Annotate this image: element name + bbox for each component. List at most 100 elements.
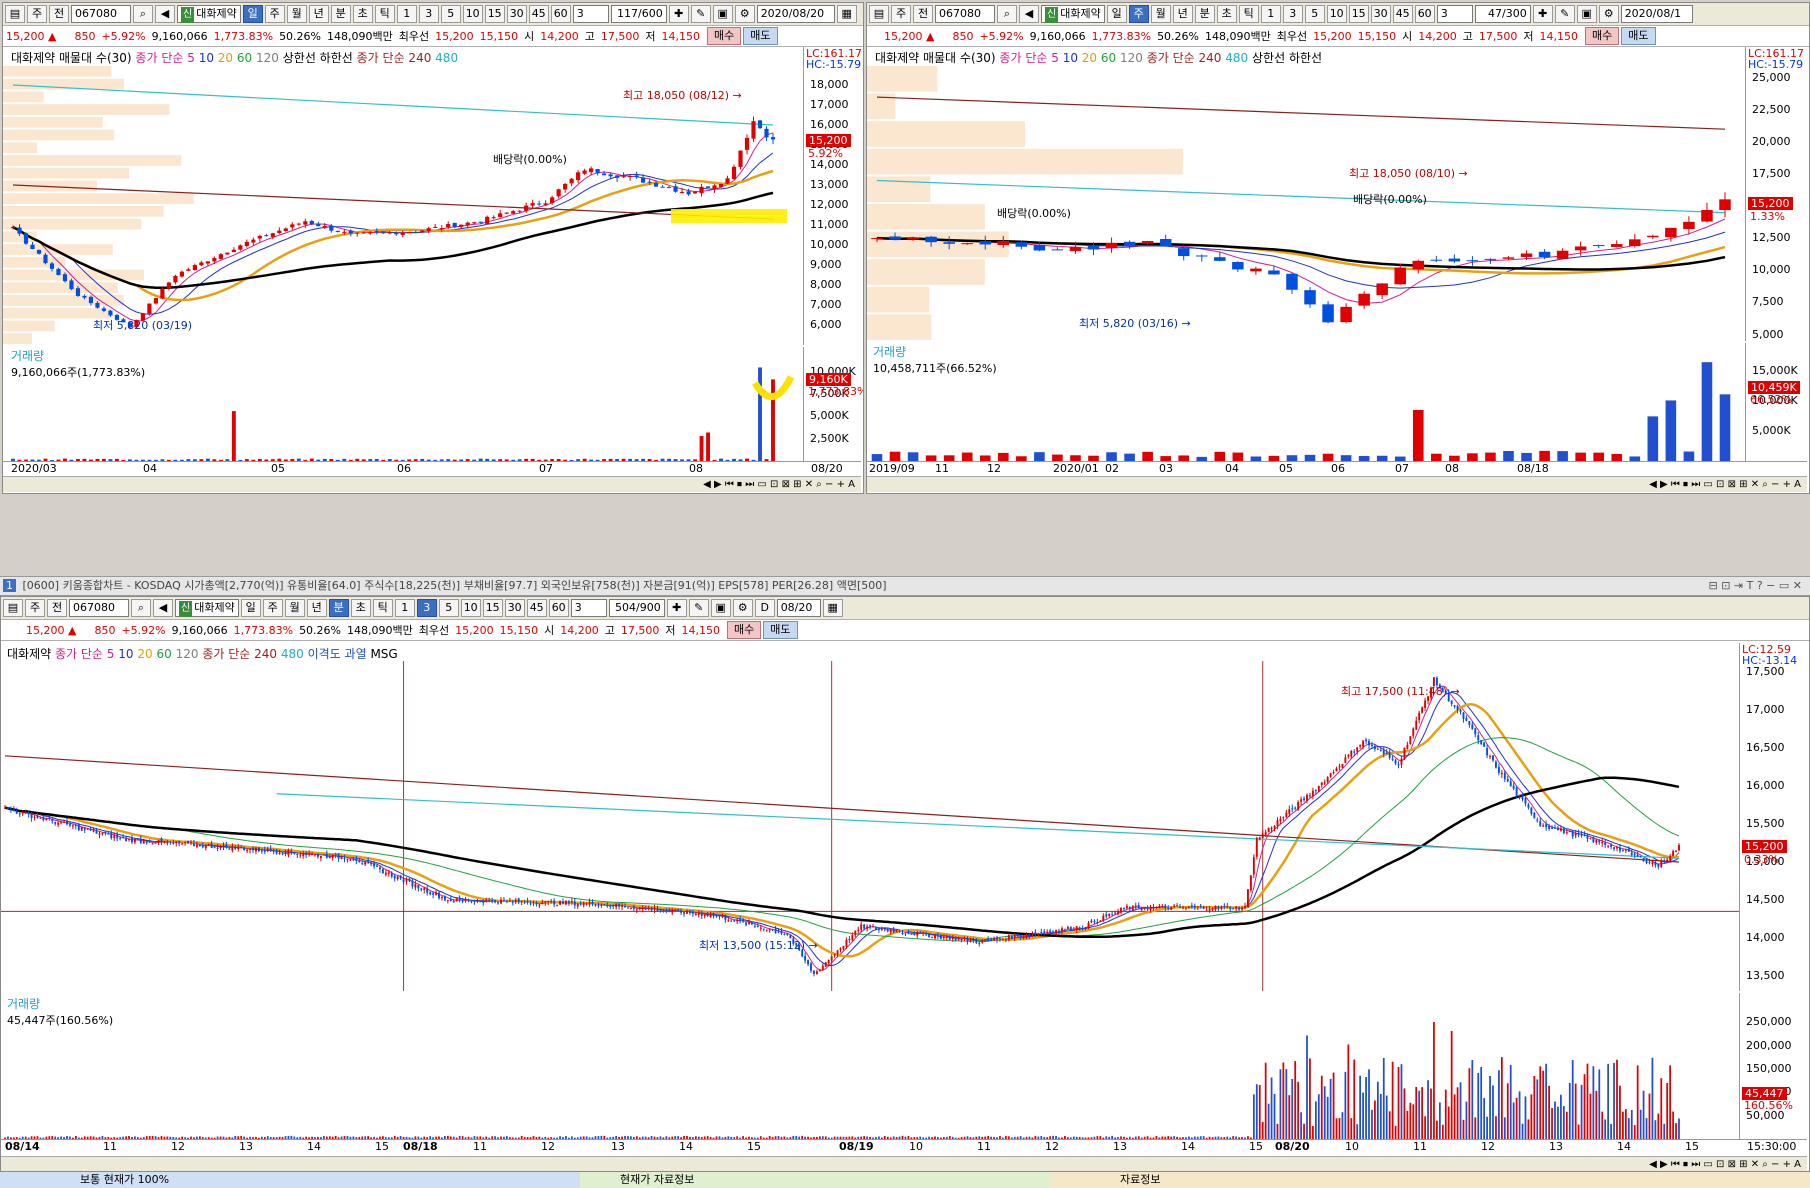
stock-code-input[interactable]: 067080	[69, 599, 129, 617]
minute-price-chart[interactable]: 최고 17,500 (11:48) → 최저 13,500 (15:12) →	[1, 661, 1739, 991]
kind-select[interactable]: 주	[891, 5, 911, 23]
sell-button[interactable]: 매도	[743, 27, 778, 45]
minute-volume-chart[interactable]	[1, 1013, 1739, 1139]
interval-10[interactable]: 10	[460, 599, 481, 617]
period-day[interactable]: 일	[1106, 5, 1127, 23]
count-select[interactable]: 3	[1436, 5, 1473, 23]
period-year[interactable]: 년	[306, 599, 327, 617]
interval-1[interactable]: 1	[396, 5, 417, 23]
interval-30[interactable]: 30	[506, 5, 527, 23]
period-second[interactable]: 초	[350, 599, 371, 617]
d-checkbox[interactable]: D	[754, 599, 775, 617]
period-tick[interactable]: 틱	[372, 599, 393, 617]
period-day[interactable]: 일	[242, 5, 263, 23]
weekly-scroll-toolbar[interactable]: ◀ ▶ ⏮ ⏹ ⏭ ▭ ⊡ ⊠ ⊞ ✕ ⌕ − + A	[867, 476, 1807, 492]
interval-1[interactable]: 1	[394, 599, 415, 617]
interval-30[interactable]: 30	[1370, 5, 1391, 23]
kind-select-b[interactable]: 전	[47, 599, 67, 617]
save-icon[interactable]: ▣	[712, 5, 733, 23]
layout-icon[interactable]: ▤	[5, 5, 25, 23]
kind-select-b[interactable]: 전	[913, 5, 933, 23]
interval-15[interactable]: 15	[484, 5, 505, 23]
period-minute[interactable]: 분	[330, 5, 351, 23]
date-input[interactable]: 08/20	[776, 599, 821, 617]
period-week[interactable]: 주	[1128, 5, 1149, 23]
stock-code-input[interactable]: 067080	[935, 5, 995, 23]
interval-45[interactable]: 45	[528, 5, 549, 23]
gear-icon[interactable]: ⚙	[732, 599, 753, 617]
crosshair-icon[interactable]: ✚	[1532, 5, 1553, 23]
period-minute[interactable]: 분	[1194, 5, 1215, 23]
layout-icon[interactable]: ▤	[869, 5, 889, 23]
gear-icon[interactable]: ⚙	[734, 5, 755, 23]
window-controls[interactable]: ⊟ ⊡ ⇥ T ? − ▭ ✕	[1708, 577, 1802, 595]
calendar-icon[interactable]: ▦	[822, 599, 843, 617]
period-month[interactable]: 월	[1150, 5, 1171, 23]
interval-15[interactable]: 15	[482, 599, 503, 617]
bar-count-input[interactable]: 47/300	[1474, 5, 1531, 23]
tools-icon[interactable]: ✎	[1554, 5, 1575, 23]
period-week[interactable]: 주	[264, 5, 285, 23]
interval-10[interactable]: 10	[462, 5, 483, 23]
period-tick[interactable]: 틱	[374, 5, 395, 23]
date-input[interactable]: 2020/08/1	[1620, 5, 1693, 23]
kind-select-b[interactable]: 전	[49, 5, 69, 23]
interval-60[interactable]: 60	[1414, 5, 1435, 23]
minute-scroll-toolbar[interactable]: ◀ ▶ ⏮ ⏹ ⏭ ▭ ⊡ ⊠ ⊞ ✕ ⌕ − + A	[1, 1156, 1807, 1171]
interval-60[interactable]: 60	[548, 599, 569, 617]
stock-name[interactable]: 신 대화제약	[177, 5, 241, 23]
bar-count-input[interactable]: 504/900	[608, 599, 665, 617]
sound-icon[interactable]: ◀	[1019, 5, 1039, 23]
crosshair-icon[interactable]: ✚	[666, 599, 687, 617]
save-icon[interactable]: ▣	[710, 599, 731, 617]
daily-scroll-toolbar[interactable]: ◀ ▶ ⏮ ⏹ ⏭ ▭ ⊡ ⊠ ⊞ ✕ ⌕ − + A	[3, 476, 861, 492]
search-icon[interactable]: ⌕	[133, 5, 153, 23]
interval-45[interactable]: 45	[1392, 5, 1413, 23]
stock-name[interactable]: 신 대화제약	[1041, 5, 1105, 23]
interval-5[interactable]: 5	[1304, 5, 1325, 23]
period-year[interactable]: 년	[1172, 5, 1193, 23]
calendar-icon[interactable]: ▦	[836, 5, 857, 23]
buy-button[interactable]: 매수	[727, 621, 762, 639]
interval-5[interactable]: 5	[440, 5, 461, 23]
count-select[interactable]: 3	[570, 599, 607, 617]
search-icon[interactable]: ⌕	[997, 5, 1017, 23]
interval-5[interactable]: 5	[438, 599, 459, 617]
period-minute[interactable]: 분	[328, 599, 349, 617]
sound-icon[interactable]: ◀	[153, 599, 173, 617]
period-year[interactable]: 년	[308, 5, 329, 23]
interval-3[interactable]: 3	[418, 5, 439, 23]
interval-1[interactable]: 1	[1260, 5, 1281, 23]
period-second[interactable]: 초	[352, 5, 373, 23]
period-tick[interactable]: 틱	[1238, 5, 1259, 23]
count-select[interactable]: 3	[572, 5, 609, 23]
stock-name[interactable]: 신 대화제약	[175, 599, 239, 617]
sell-button[interactable]: 매도	[1621, 27, 1656, 45]
kind-select[interactable]: 주	[27, 5, 47, 23]
date-input[interactable]: 2020/08/20	[756, 5, 835, 23]
period-day[interactable]: 일	[240, 599, 261, 617]
crosshair-icon[interactable]: ✚	[668, 5, 689, 23]
interval-30[interactable]: 30	[504, 599, 525, 617]
buy-button[interactable]: 매수	[1585, 27, 1620, 45]
layout-icon[interactable]: ▤	[3, 599, 23, 617]
interval-15[interactable]: 15	[1348, 5, 1369, 23]
interval-10[interactable]: 10	[1326, 5, 1347, 23]
interval-45[interactable]: 45	[526, 599, 547, 617]
period-month[interactable]: 월	[284, 599, 305, 617]
sell-button[interactable]: 매도	[763, 621, 798, 639]
weekly-volume-chart[interactable]	[867, 359, 1745, 461]
search-icon[interactable]: ⌕	[131, 599, 151, 617]
daily-price-chart[interactable]: 최고 18,050 (08/12) → 최저 5,820 (03/19) 배당락(0…	[3, 65, 803, 345]
kind-select[interactable]: 주	[25, 599, 45, 617]
interval-60[interactable]: 60	[550, 5, 571, 23]
gear-icon[interactable]: ⚙	[1598, 5, 1619, 23]
stock-code-input[interactable]: 067080	[71, 5, 131, 23]
period-week[interactable]: 주	[262, 599, 283, 617]
interval-3[interactable]: 3	[416, 599, 437, 617]
bar-count-input[interactable]: 117/600	[610, 5, 667, 23]
buy-button[interactable]: 매수	[707, 27, 742, 45]
tools-icon[interactable]: ✎	[688, 599, 709, 617]
period-month[interactable]: 월	[286, 5, 307, 23]
sound-icon[interactable]: ◀	[155, 5, 175, 23]
